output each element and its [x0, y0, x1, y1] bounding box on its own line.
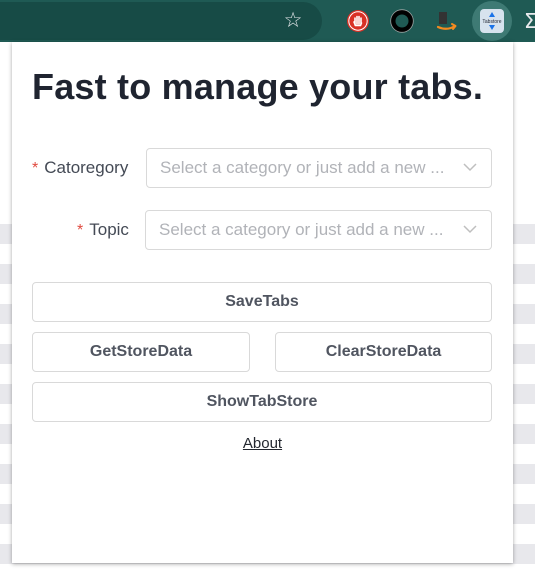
puzzle-edge-icon[interactable]: Σ	[524, 8, 535, 34]
category-select[interactable]: Select a category or just add a new ...	[146, 148, 492, 188]
required-mark: *	[77, 222, 84, 239]
about-link-text[interactable]: About	[243, 435, 282, 452]
browser-toolbar: ☆ Tabstore Σ	[0, 0, 535, 42]
category-label: * Catoregory	[32, 148, 128, 188]
category-label-text: Catoregory	[44, 158, 129, 177]
chevron-down-icon	[463, 163, 477, 172]
arrow-extension-icon[interactable]	[433, 7, 461, 35]
popup-title: Fast to manage your tabs.	[32, 66, 484, 107]
clear-store-data-button[interactable]: ClearStoreData	[275, 332, 492, 372]
adblock-hand-icon[interactable]	[344, 7, 372, 35]
chevron-down-icon	[463, 225, 477, 234]
required-mark: *	[32, 160, 39, 177]
category-placeholder: Select a category or just add a new ...	[160, 158, 445, 177]
category-row: * Catoregory Select a category or just ad…	[12, 148, 513, 188]
tabstore-extension-icon[interactable]: Tabstore	[472, 1, 512, 41]
topic-placeholder: Select a category or just add a new ...	[159, 220, 444, 239]
star-outline-icon[interactable]: ☆	[280, 8, 306, 34]
topic-label: * Topic	[77, 210, 129, 250]
get-store-data-button[interactable]: GetStoreData	[32, 332, 250, 372]
tabstore-label: Tabstore	[482, 19, 501, 25]
show-tab-store-button[interactable]: ShowTabStore	[32, 382, 492, 422]
topic-label-text: Topic	[89, 220, 129, 239]
about-link[interactable]: About	[12, 435, 513, 452]
address-bar-end[interactable]	[0, 2, 322, 40]
ring-icon[interactable]	[388, 7, 416, 35]
extension-popup: Fast to manage your tabs. * Catoregory Se…	[12, 42, 513, 563]
topic-select[interactable]: Select a category or just add a new ...	[145, 210, 492, 250]
save-tabs-button[interactable]: SaveTabs	[32, 282, 492, 322]
topic-row: * Topic Select a category or just add a n…	[12, 210, 513, 250]
